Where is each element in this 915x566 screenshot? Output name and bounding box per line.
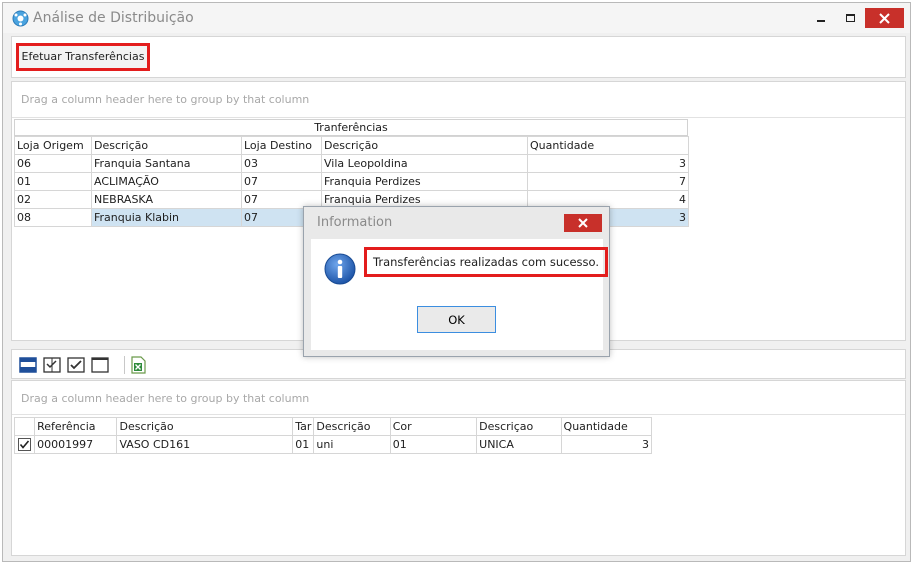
efetuar-transferencias-button[interactable]: Efetuar Transferências: [16, 43, 150, 71]
cell-loja-origem[interactable]: 01: [14, 172, 92, 191]
cell-loja-origem[interactable]: 08: [14, 208, 92, 227]
excel-export-icon[interactable]: [129, 356, 147, 374]
toolbar-separator: [124, 356, 125, 374]
minimize-button[interactable]: [808, 8, 834, 28]
window-title: Análise de Distribuição: [33, 10, 194, 26]
column-header-descricao[interactable]: Descrição: [116, 417, 294, 436]
cell-check[interactable]: [13, 435, 36, 454]
cell-descricao[interactable]: VASO CD161: [116, 435, 294, 454]
column-header-descricao-origem[interactable]: Descrição: [91, 136, 242, 155]
checkmark-icon: [19, 440, 30, 449]
cell-referencia[interactable]: 00001997: [34, 435, 118, 454]
select-all-icon[interactable]: [19, 356, 37, 374]
cell-loja-destino[interactable]: 07: [241, 172, 322, 191]
table-row[interactable]: 00001997 VASO CD161 01 uni 01 UNICA 3: [13, 435, 653, 454]
column-header-quantidade[interactable]: Quantidade: [527, 136, 689, 155]
cell-descricao-origem[interactable]: Franquia Klabin: [91, 208, 242, 227]
column-header-cor[interactable]: Cor: [389, 417, 478, 436]
main-toolbar: Efetuar Transferências: [11, 36, 906, 78]
uncheck-all-icon[interactable]: [91, 356, 109, 374]
column-header-loja-origem[interactable]: Loja Origem: [14, 136, 92, 155]
check-all-icon[interactable]: [67, 356, 85, 374]
dialog-message: Transferências realizadas com sucesso.: [364, 247, 608, 277]
cell-cor[interactable]: 01: [389, 435, 478, 454]
cell-descricao-origem[interactable]: NEBRASKA: [91, 190, 242, 209]
info-icon: [324, 253, 356, 285]
information-dialog: Information Transferências realizadas co…: [303, 206, 610, 357]
cell-quantidade[interactable]: 3: [527, 154, 689, 173]
table-row[interactable]: 01 ACLIMAÇÃO 07 Franquia Perdizes 7: [14, 172, 689, 191]
maximize-button[interactable]: [837, 8, 863, 28]
column-header-check[interactable]: [13, 417, 36, 436]
header-row: Referência Descrição Tar Descrição Cor D…: [13, 417, 653, 436]
band-header-transferencias: Tranferências: [14, 119, 688, 136]
cell-quantidade[interactable]: 3: [560, 435, 653, 454]
cell-descricao-origem[interactable]: Franquia Santana: [91, 154, 242, 173]
title-bar[interactable]: Análise de Distribuição: [3, 3, 910, 33]
cell-loja-destino[interactable]: 03: [241, 154, 322, 173]
detail-grid: Drag a column header here to group by th…: [11, 380, 906, 556]
ok-button[interactable]: OK: [417, 306, 496, 333]
dialog-title: Information: [317, 215, 393, 230]
column-header-loja-destino[interactable]: Loja Destino: [241, 136, 322, 155]
cell-loja-origem[interactable]: 02: [14, 190, 92, 209]
column-header-tar[interactable]: Tar: [292, 417, 315, 436]
close-icon: [879, 12, 890, 24]
dialog-body: Transferências realizadas com sucesso. O…: [311, 239, 608, 350]
cell-descricao-destino[interactable]: Franquia Perdizes: [321, 172, 528, 191]
cell-descricao-destino[interactable]: Vila Leopoldina: [321, 154, 528, 173]
cell-tar[interactable]: 01: [292, 435, 315, 454]
cell-loja-origem[interactable]: 06: [14, 154, 92, 173]
minimize-icon: [817, 20, 825, 22]
close-button[interactable]: [865, 8, 904, 28]
cell-descricao-cor[interactable]: UNICA: [476, 435, 562, 454]
cell-descricao-tar[interactable]: uni: [313, 435, 391, 454]
row-checkbox[interactable]: [18, 438, 32, 452]
check-partial-icon[interactable]: [43, 356, 61, 374]
group-by-panel-detail[interactable]: Drag a column header here to group by th…: [12, 381, 905, 415]
cell-descricao-origem[interactable]: ACLIMAÇÃO: [91, 172, 242, 191]
column-header-descricao-tar[interactable]: Descrição: [313, 417, 391, 436]
column-header-quantidade[interactable]: Quantidade: [560, 417, 653, 436]
column-header-descricao-destino[interactable]: Descrição: [321, 136, 528, 155]
cell-quantidade[interactable]: 7: [527, 172, 689, 191]
column-header-descricao-cor[interactable]: Descriçao: [476, 417, 562, 436]
group-by-panel[interactable]: Drag a column header here to group by th…: [12, 82, 905, 118]
app-globe-icon: [12, 10, 29, 27]
close-icon: [578, 218, 588, 228]
table-row[interactable]: 06 Franquia Santana 03 Vila Leopoldina 3: [14, 154, 689, 173]
column-header-referencia[interactable]: Referência: [34, 417, 118, 436]
header-row: Loja Origem Descrição Loja Destino Descr…: [14, 136, 689, 155]
detail-table: Referência Descrição Tar Descrição Cor D…: [13, 417, 653, 454]
maximize-icon: [845, 14, 855, 22]
dialog-close-button[interactable]: [564, 214, 602, 232]
